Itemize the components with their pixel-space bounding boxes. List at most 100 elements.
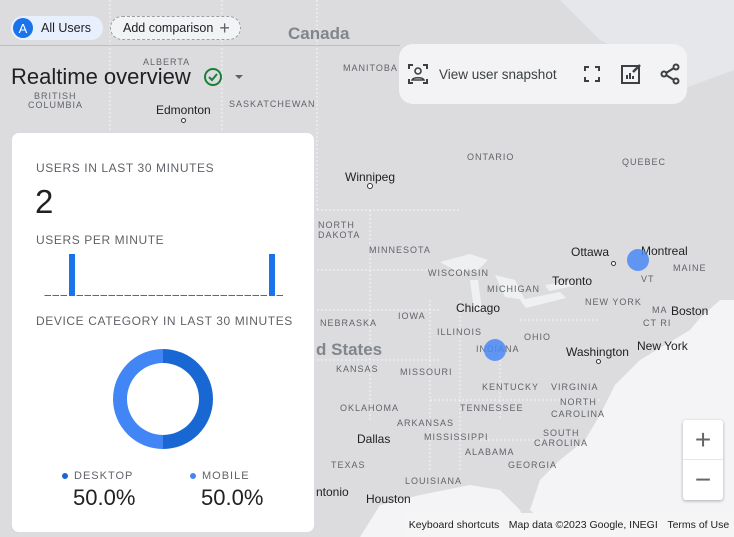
bar (108, 295, 115, 296)
map-city: ntonio (316, 485, 349, 499)
realtime-summary-card: USERS IN LAST 30 MINUTES 2 USERS PER MIN… (11, 132, 315, 533)
map-label-region: MA (652, 305, 668, 315)
bar (244, 295, 251, 296)
legend-dot (62, 473, 68, 479)
segment-avatar: A (13, 18, 33, 38)
map-label-region: OKLAHOMA (340, 403, 400, 413)
map-label-region: NORTH (560, 397, 597, 407)
legend-label: DESKTOP (74, 470, 134, 482)
map-label-region: COLUMBIA (28, 100, 84, 110)
map-label-region: SASKATCHEWAN (229, 99, 316, 109)
bar (236, 295, 243, 296)
mobile-percent: 50.0% (201, 485, 264, 510)
map-label-region: DAKOTA (318, 230, 361, 240)
map-city: Houston (366, 492, 411, 506)
map-label-region: VT (641, 274, 655, 284)
map-label-region: MINNESOTA (369, 245, 431, 255)
view-user-snapshot-button[interactable]: View user snapshot (439, 67, 557, 82)
terms-of-use-link[interactable]: Terms of Use (667, 519, 729, 531)
map-city: Boston (671, 304, 709, 318)
bar (188, 295, 195, 296)
map-label-region: MANITOBA (343, 63, 398, 73)
map-label-region: KENTUCKY (482, 382, 540, 392)
dropdown-arrow-icon[interactable] (231, 69, 247, 85)
active-user-marker[interactable] (627, 249, 649, 271)
city-dot (611, 261, 616, 266)
map-city: Edmonton (156, 103, 211, 117)
add-comparison-button[interactable]: Add comparison + (110, 16, 241, 40)
bar (260, 295, 267, 296)
map-label-region: NEW YORK (585, 297, 642, 307)
map-label-region: KANSAS (336, 364, 379, 374)
map-label-region: NEBRASKA (320, 318, 378, 328)
map-label-region: ONTARIO (467, 152, 515, 162)
bar (60, 295, 67, 296)
bar (172, 295, 179, 296)
legend-dot (190, 473, 196, 479)
desktop-percent: 50.0% (73, 485, 136, 510)
map-label-region: IOWA (398, 311, 426, 321)
users-per-minute-chart (44, 254, 283, 296)
city-dot (596, 359, 601, 364)
bar (52, 295, 59, 296)
segment-label: All Users (41, 21, 92, 35)
map-label-region: TEXAS (331, 460, 366, 470)
bar (124, 295, 131, 296)
legend-label: MOBILE (202, 470, 250, 482)
share-icon[interactable] (659, 63, 681, 85)
map-label-region: ALABAMA (465, 447, 515, 457)
map-label-region: TENNESSEE (460, 403, 524, 413)
plus-icon: + (219, 17, 230, 38)
map-city: Toronto (552, 274, 593, 288)
zoom-out-button[interactable]: − (683, 460, 723, 500)
bar (100, 295, 107, 296)
map-label-region: CAROLINA (551, 409, 606, 419)
user-snapshot-icon[interactable] (407, 63, 429, 85)
device-category-donut (113, 349, 213, 449)
bar (84, 295, 91, 296)
bar (132, 295, 139, 296)
fullscreen-icon[interactable] (581, 63, 603, 85)
bar (204, 295, 211, 296)
keyboard-shortcuts-link[interactable]: Keyboard shortcuts (409, 519, 499, 531)
map-label-region: SOUTH (543, 428, 580, 438)
bar (140, 295, 147, 296)
map-label-region: OHIO (524, 332, 552, 342)
bar (69, 254, 75, 296)
map-label-region: WISCONSIN (428, 268, 490, 278)
map-city: Ottawa (571, 245, 610, 259)
city-dot (181, 118, 186, 123)
zoom-in-button[interactable]: + (683, 420, 723, 460)
bar (148, 295, 155, 296)
customize-report-icon[interactable] (619, 62, 643, 86)
bar (196, 295, 203, 296)
map-label-region: MISSOURI (400, 367, 453, 377)
bar (252, 295, 259, 296)
map-label-region: LOUISIANA (405, 476, 463, 486)
map-label-country: d States (316, 340, 383, 359)
map-label-region: CT RI (643, 318, 672, 328)
map-label-region: MAINE (673, 263, 707, 273)
map-label-region: MICHIGAN (487, 284, 540, 294)
bar (220, 295, 227, 296)
donut-slice-desktop (163, 349, 213, 449)
page-title: Realtime overview (11, 64, 191, 89)
header-divider (0, 45, 400, 46)
bar (269, 254, 275, 296)
legend-mobile: MOBILE (190, 470, 250, 482)
map-label-region: VIRGINIA (551, 382, 599, 392)
map-label-region: QUEBEC (622, 157, 667, 167)
map-city: Washington (566, 345, 629, 359)
map-label-region: ILLINOIS (437, 327, 483, 337)
toolbar: View user snapshot (399, 44, 687, 104)
map-label-country: Canada (288, 24, 350, 43)
bar (164, 295, 171, 296)
add-comparison-label: Add comparison (123, 21, 214, 35)
segment-all-users[interactable]: A All Users (11, 16, 104, 40)
map-label-region: CAROLINA (534, 438, 589, 448)
bar (156, 295, 163, 296)
map-city: Dallas (357, 432, 391, 446)
bar (76, 295, 83, 296)
active-user-marker[interactable] (484, 339, 506, 361)
map-city: Chicago (456, 301, 501, 315)
